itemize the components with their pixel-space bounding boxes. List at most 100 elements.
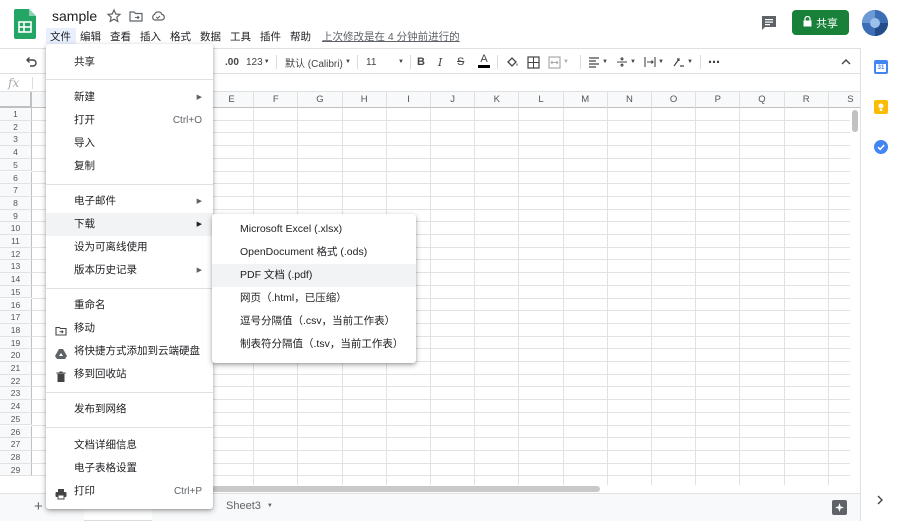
bold-icon[interactable]: B xyxy=(417,54,425,70)
menu-help[interactable]: 帮助 xyxy=(286,28,316,44)
file-menu-publish[interactable]: 发布到网络 xyxy=(46,398,213,421)
column-header-i[interactable]: I xyxy=(386,92,431,108)
row-header-14[interactable]: 14 xyxy=(0,273,32,286)
increase-decimal-button[interactable]: .00 xyxy=(225,54,239,70)
file-menu-print[interactable]: 打印 Ctrl+P xyxy=(46,480,213,503)
row-header-5[interactable]: 5 xyxy=(0,158,32,172)
download-ods[interactable]: OpenDocument 格式 (.ods) xyxy=(212,241,416,264)
horizontal-scroll-thumb[interactable] xyxy=(212,486,600,492)
file-menu-trash[interactable]: 移到回收站 xyxy=(46,363,213,386)
column-header-o[interactable]: O xyxy=(652,92,697,108)
vertical-scroll-thumb[interactable] xyxy=(852,110,858,132)
row-header-15[interactable]: 15 xyxy=(0,285,32,299)
column-header-l[interactable]: L xyxy=(519,92,564,108)
row-header-28[interactable]: 28 xyxy=(0,450,32,464)
row-header-20[interactable]: 20 xyxy=(0,349,32,362)
row-header-8[interactable]: 8 xyxy=(0,196,32,210)
last-edit-link[interactable]: 上次修改是在 4 分钟前进行的 xyxy=(322,28,460,44)
row-header-16[interactable]: 16 xyxy=(0,298,32,312)
menu-insert[interactable]: 插入 xyxy=(136,28,166,44)
row-header-23[interactable]: 23 xyxy=(0,387,32,401)
download-xlsx[interactable]: Microsoft Excel (.xlsx) xyxy=(212,218,416,241)
row-header-1[interactable]: 1 xyxy=(0,108,32,121)
strikethrough-icon[interactable]: S xyxy=(457,54,464,70)
cloud-status-icon[interactable] xyxy=(150,8,166,24)
select-all-corner[interactable] xyxy=(0,92,32,108)
file-menu-move[interactable]: 移动 xyxy=(46,317,213,340)
column-header-p[interactable]: P xyxy=(696,92,741,108)
column-header-n[interactable]: N xyxy=(607,92,652,108)
menu-addons[interactable]: 插件 xyxy=(256,28,286,44)
file-menu-download[interactable]: 下载 ▶ xyxy=(46,213,213,236)
font-family-select[interactable]: 默认 (Calibri) ▼ xyxy=(285,54,351,70)
merge-cells-icon[interactable]: ▼ xyxy=(548,54,569,70)
add-sheet-icon[interactable]: + xyxy=(34,498,43,515)
avatar[interactable] xyxy=(862,10,888,36)
row-header-19[interactable]: 19 xyxy=(0,336,32,350)
font-size-select[interactable]: 11 ▼ xyxy=(366,54,404,70)
row-header-25[interactable]: 25 xyxy=(0,412,32,426)
share-button[interactable]: 共享 xyxy=(792,10,849,35)
document-title[interactable]: sample xyxy=(52,8,97,24)
file-menu-email[interactable]: 电子邮件 ▶ xyxy=(46,190,213,213)
row-header-6[interactable]: 6 xyxy=(0,171,32,185)
tasks-icon[interactable] xyxy=(874,140,888,154)
row-header-3[interactable]: 3 xyxy=(0,133,32,147)
row-header-22[interactable]: 22 xyxy=(0,374,32,388)
column-header-s[interactable]: S xyxy=(828,92,860,108)
calendar-icon[interactable]: 31 xyxy=(874,60,888,74)
file-menu-rename[interactable]: 重命名 xyxy=(46,294,213,317)
number-format-button[interactable]: 123 ▼ xyxy=(246,54,270,70)
sheets-logo-icon[interactable] xyxy=(14,9,36,39)
row-header-11[interactable]: 11 xyxy=(0,235,32,248)
comment-icon[interactable] xyxy=(760,14,778,32)
menu-data[interactable]: 数据 xyxy=(196,28,226,44)
file-menu-offline[interactable]: 设为可离线使用 xyxy=(46,236,213,259)
row-header-4[interactable]: 4 xyxy=(0,146,32,159)
row-header-21[interactable]: 21 xyxy=(0,362,32,375)
text-rotation-icon[interactable]: ▼ xyxy=(672,54,693,70)
vertical-scrollbar[interactable] xyxy=(850,108,860,485)
file-menu-copy[interactable]: 复制 xyxy=(46,155,213,178)
move-folder-icon[interactable] xyxy=(128,8,144,24)
star-icon[interactable] xyxy=(106,8,122,24)
column-header-f[interactable]: F xyxy=(254,92,299,108)
row-header-2[interactable]: 2 xyxy=(0,120,32,134)
menu-format[interactable]: 格式 xyxy=(166,28,196,44)
row-header-17[interactable]: 17 xyxy=(0,311,32,324)
text-wrap-icon[interactable]: ▼ xyxy=(644,54,664,70)
undo-icon[interactable] xyxy=(24,54,38,70)
text-color-icon[interactable]: A xyxy=(478,54,490,70)
menu-edit[interactable]: 编辑 xyxy=(76,28,106,44)
column-header-j[interactable]: J xyxy=(431,92,476,108)
row-header-9[interactable]: 9 xyxy=(0,209,32,223)
explore-icon[interactable] xyxy=(832,500,847,515)
file-menu-import[interactable]: 导入 xyxy=(46,132,213,155)
menu-view[interactable]: 查看 xyxy=(106,28,136,44)
vertical-align-icon[interactable]: ▼ xyxy=(616,54,636,70)
row-header-18[interactable]: 18 xyxy=(0,323,32,337)
expand-panel-icon[interactable] xyxy=(876,494,884,509)
download-html[interactable]: 网页（.html，已压缩） xyxy=(212,287,416,310)
column-header-k[interactable]: K xyxy=(475,92,520,108)
menu-tools[interactable]: 工具 xyxy=(226,28,256,44)
column-header-g[interactable]: G xyxy=(298,92,343,108)
file-menu-version-history[interactable]: 版本历史记录 ▶ xyxy=(46,259,213,282)
column-header-h[interactable]: H xyxy=(342,92,387,108)
download-tsv[interactable]: 制表符分隔值（.tsv，当前工作表） xyxy=(212,333,416,356)
file-menu-settings[interactable]: 电子表格设置 xyxy=(46,457,213,480)
column-header-r[interactable]: R xyxy=(784,92,829,108)
row-header-24[interactable]: 24 xyxy=(0,400,32,413)
borders-icon[interactable] xyxy=(527,54,540,70)
row-header-26[interactable]: 26 xyxy=(0,425,32,439)
row-header-7[interactable]: 7 xyxy=(0,184,32,197)
row-header-13[interactable]: 13 xyxy=(0,260,32,274)
fill-color-icon[interactable] xyxy=(505,54,519,70)
file-menu-share[interactable]: 共享 xyxy=(46,51,213,74)
download-csv[interactable]: 逗号分隔值（.csv，当前工作表） xyxy=(212,310,416,333)
row-header-29[interactable]: 29 xyxy=(0,463,32,477)
keep-icon[interactable] xyxy=(874,100,888,114)
row-header-10[interactable]: 10 xyxy=(0,222,32,235)
column-header-m[interactable]: M xyxy=(563,92,608,108)
file-menu-add-shortcut[interactable]: 将快捷方式添加到云端硬盘 xyxy=(46,340,213,363)
